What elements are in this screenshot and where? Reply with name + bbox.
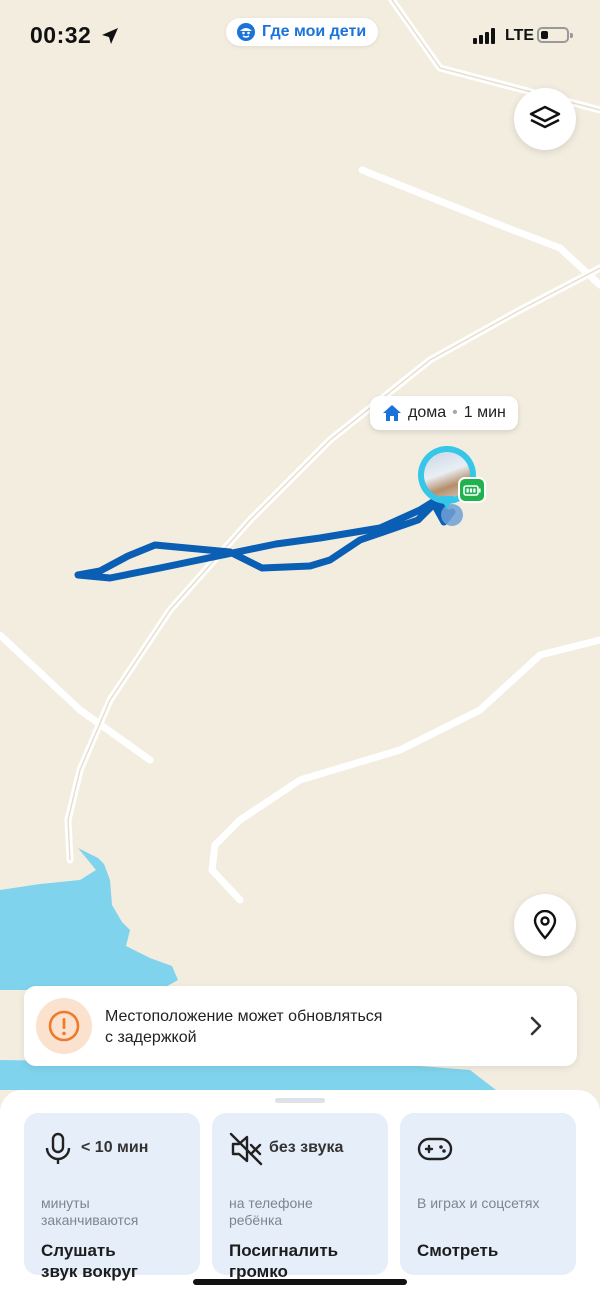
- gamepad-icon: [417, 1137, 453, 1161]
- listen-sub: минуты заканчиваются: [41, 1195, 139, 1228]
- layers-icon: [529, 105, 561, 129]
- warning-icon: [48, 1010, 80, 1042]
- warning-badge: [36, 998, 92, 1054]
- microphone-icon: [45, 1132, 71, 1164]
- battery-icon: [537, 27, 573, 43]
- battery-full-icon: [458, 477, 486, 503]
- chevron-right-icon: [530, 1016, 542, 1036]
- location-delay-notice[interactable]: Местоположение может обновляться с задер…: [24, 986, 577, 1066]
- app-banner[interactable]: Где мои дети: [226, 18, 379, 46]
- map-layers-button[interactable]: [514, 88, 576, 150]
- app-banner-title: Где мои дети: [262, 23, 367, 40]
- place-name: дома: [408, 404, 447, 421]
- notice-text: Местоположение может обновляться с задер…: [105, 1006, 485, 1048]
- location-arrow-icon: [102, 28, 118, 44]
- speaker-muted-icon: [229, 1132, 263, 1166]
- place-label[interactable]: дома • 1 мин: [370, 396, 518, 430]
- listen-stat: < 10 мин: [81, 1139, 149, 1156]
- games-social-card[interactable]: В играх и соцсетях Смотреть: [400, 1113, 576, 1275]
- place-separator: •: [452, 404, 458, 421]
- listen-sound-card[interactable]: < 10 мин минуты заканчиваются Слушать зв…: [24, 1113, 200, 1281]
- status-bar: 00:32 Где мои дети LTE: [0, 0, 600, 72]
- status-time: 00:32: [30, 22, 92, 48]
- signal-loud-card[interactable]: без звука на телефоне ребёнка Посигналит…: [212, 1113, 388, 1281]
- bottom-sheet: < 10 мин минуты заканчиваются Слушать зв…: [0, 1090, 600, 1297]
- home-icon: [383, 405, 401, 421]
- my-location-button[interactable]: [514, 894, 576, 956]
- signal-label: Посигналить громко: [229, 1241, 339, 1281]
- games-label: Смотреть: [417, 1241, 499, 1260]
- signal-icon: [473, 28, 495, 44]
- games-sub: В играх и соцсетях: [417, 1195, 540, 1211]
- app-logo-icon: [237, 23, 255, 41]
- home-indicator[interactable]: [193, 1279, 407, 1285]
- network-type: LTE: [505, 27, 535, 44]
- signal-stat: без звука: [269, 1139, 344, 1156]
- notice-line-1: Местоположение может обновляться: [105, 1008, 383, 1025]
- location-pin-icon: [533, 910, 557, 940]
- notice-line-2: с задержкой: [105, 1029, 197, 1046]
- place-duration: 1 мин: [463, 404, 506, 421]
- signal-sub: на телефоне ребёнка: [229, 1195, 313, 1228]
- listen-label: Слушать звук вокруг: [41, 1241, 138, 1281]
- sheet-handle[interactable]: [275, 1098, 325, 1103]
